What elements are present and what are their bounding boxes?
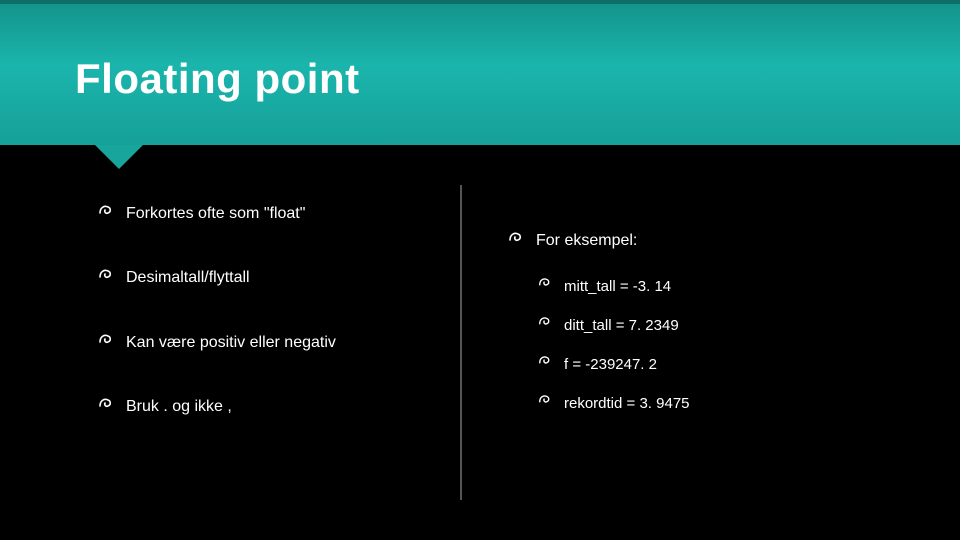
slide-header: Floating point xyxy=(0,0,960,145)
swirl-icon xyxy=(538,315,558,329)
bullet-text: Bruk . og ikke , xyxy=(126,396,232,418)
left-column: Forkortes ofte som "float" Desimaltall/f… xyxy=(0,145,460,540)
bullet-text: Desimaltall/flyttall xyxy=(126,267,250,289)
bullet-text: rekordtid = 3. 9475 xyxy=(564,393,690,414)
swirl-icon xyxy=(98,267,120,283)
list-item: For eksempel: xyxy=(508,230,930,252)
list-item: ditt_tall = 7. 2349 xyxy=(538,315,930,336)
bullet-text: For eksempel: xyxy=(536,230,637,252)
list-item: rekordtid = 3. 9475 xyxy=(538,393,930,414)
swirl-icon xyxy=(98,332,120,348)
bullet-text: Kan være positiv eller negativ xyxy=(126,332,336,354)
right-column: For eksempel: mitt_tall = -3. 14 ditt_ta… xyxy=(460,145,960,540)
slide-content: Forkortes ofte som "float" Desimaltall/f… xyxy=(0,145,960,540)
list-item: f = -239247. 2 xyxy=(538,354,930,375)
swirl-icon xyxy=(538,354,558,368)
swirl-icon xyxy=(98,396,120,412)
swirl-icon xyxy=(538,393,558,407)
bullet-text: mitt_tall = -3. 14 xyxy=(564,276,671,297)
bullet-text: ditt_tall = 7. 2349 xyxy=(564,315,679,336)
list-item: Desimaltall/flyttall xyxy=(98,267,430,289)
sub-list: mitt_tall = -3. 14 ditt_tall = 7. 2349 f… xyxy=(508,276,930,414)
list-item: mitt_tall = -3. 14 xyxy=(538,276,930,297)
list-item: Bruk . og ikke , xyxy=(98,396,430,418)
slide-title: Floating point xyxy=(75,55,960,103)
list-item: Kan være positiv eller negativ xyxy=(98,332,430,354)
header-top-border xyxy=(0,0,960,4)
swirl-icon xyxy=(98,203,120,219)
bullet-text: f = -239247. 2 xyxy=(564,354,657,375)
swirl-icon xyxy=(508,230,530,246)
list-item: Forkortes ofte som "float" xyxy=(98,203,430,225)
swirl-icon xyxy=(538,276,558,290)
bullet-text: Forkortes ofte som "float" xyxy=(126,203,305,225)
